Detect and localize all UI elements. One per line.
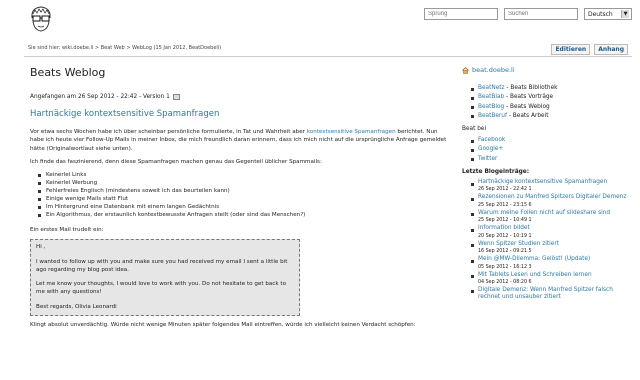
list-item: Google+ [470, 145, 627, 154]
post-link[interactable]: Warum meine Folien nicht auf slideshare … [478, 210, 627, 217]
list-item: Fehlerfreies Englisch (mindestens soweit… [38, 187, 448, 195]
post-link[interactable]: Mein @MW-Dilemma: Gelöst! (Update) [478, 256, 627, 263]
list-item: Information bildet 20 Sep 2012 - 10:19 1 [470, 225, 627, 239]
list-item: Warum meine Folien nicht auf slideshare … [470, 210, 627, 224]
post-meta: Angefangen am 26 Sep 2012 - 22:42 - Vers… [30, 94, 448, 100]
post-link[interactable]: Information bildet [478, 225, 627, 232]
list-item: BeatBeruf - Beats Arbeit [470, 112, 627, 121]
mail-line: Let me know your thoughts, I would love … [36, 281, 287, 296]
list-item: Hartnäckige kontextsensitive Spamanfrage… [470, 179, 627, 193]
quoted-mail: Hi , I wanted to follow up with you and … [30, 239, 300, 316]
post-link[interactable]: Hartnäckige kontextsensitive Spamanfrage… [478, 179, 627, 186]
paragraph-intro: Vor etwa sechs Wochen habe ich über sche… [30, 128, 448, 153]
site-link-beatberuf[interactable]: BeatBeruf [478, 113, 507, 119]
sidebar-home[interactable]: beat.doebe.li [462, 66, 627, 74]
post-date: 04 Sep 2012 - 08:20 6 [478, 279, 532, 285]
search-input[interactable] [504, 8, 578, 20]
paragraph-suspicion: Klingt absolut unverdächtig. Würde nicht… [30, 321, 416, 328]
post-link[interactable]: Mit Tablets Lesen und Schreiben lernen [478, 272, 627, 279]
site-desc: - Beats Weblog [504, 103, 550, 110]
list-item: Digitale Demenz: Wenn Manfred Spitzer fa… [470, 287, 627, 302]
sidebar: beat.doebe.li BeatNetz - Beats Bibliothe… [462, 66, 627, 303]
list-item: Rezensionen zu Manfred Spitzers Digitale… [470, 194, 627, 208]
post-link[interactable]: Rezensionen zu Manfred Spitzers Digitale… [478, 194, 627, 201]
paragraph-first-mail: Ein erstes Mail trudelt ein: [30, 227, 104, 234]
paragraph-text: Vor etwa sechs Wochen habe ich über sche… [30, 129, 307, 135]
social-list: Facebook Google+ Twitter [470, 136, 627, 164]
site-desc: - Beats Arbeit [507, 112, 549, 119]
feature-list: Keinerlei Links Keinerlei Werbung Fehler… [38, 171, 448, 219]
list-item: BeatBlog - Beats Weblog [470, 103, 627, 112]
header: Deutsch ▼ [0, 0, 640, 40]
list-item: Twitter [470, 155, 627, 164]
beat-bei-label: Beat bei [462, 126, 487, 133]
language-value: Deutsch [588, 10, 613, 18]
divider [24, 56, 632, 57]
home-icon [462, 66, 469, 74]
image-icon[interactable] [172, 94, 180, 100]
mail-line: Best regards, Olivia Leonardi [36, 303, 117, 310]
latest-posts-list: Hartnäckige kontextsensitive Spamanfrage… [470, 179, 627, 302]
breadcrumb-item-current: WebLog (15 Jan 2012, BeatDoebeli) [132, 45, 222, 51]
home-link[interactable]: beat.doebe.li [472, 66, 515, 74]
edit-button[interactable]: Editieren [551, 44, 591, 55]
jump-input[interactable] [424, 8, 498, 20]
post-date: 16 Sep 2012 - 09:21 5 [478, 249, 532, 255]
breadcrumb: Sie sind hier: wiki.doebe.li > Beat Web … [28, 45, 222, 51]
post-meta-text: Angefangen am 26 Sep 2012 - 22:42 - Vers… [30, 94, 170, 100]
site-desc: - Beats Bibliothek [504, 85, 558, 91]
post-date: 05 Sep 2012 - 16:12 3 [478, 264, 532, 270]
post-date: 25 Sep 2012 - 23:15 6 [478, 202, 532, 208]
latest-posts-label: Letzte Blogeinträge: [462, 169, 530, 176]
site-link-beatblab[interactable]: BeatBlab [478, 94, 504, 100]
paragraph-fascination: Ich finde das faszinierend, denn diese S… [30, 158, 322, 165]
list-item: BeatBlab - Beats Vorträge [470, 93, 627, 102]
list-item: Einige wenige Mails statt Flut [38, 195, 448, 203]
list-item: Wenn Spitzer Studien zitiert 16 Sep 2012 … [470, 241, 627, 255]
site-link-beatblog[interactable]: BeatBlog [478, 104, 504, 110]
main-content: Beats Weblog Angefangen am 26 Sep 2012 -… [30, 66, 448, 334]
language-select[interactable]: Deutsch ▼ [584, 8, 632, 20]
twitter-link[interactable]: Twitter [478, 156, 497, 162]
spam-link[interactable]: kontextsensitive Spamanfragen [307, 129, 396, 135]
site-list: BeatNetz - Beats Bibliothek BeatBlab - B… [470, 84, 627, 121]
list-item: Mein @MW-Dilemma: Gelöst! (Update) 05 Sep… [470, 256, 627, 270]
attach-button[interactable]: Anhang [594, 44, 628, 55]
post-link[interactable]: Digitale Demenz: Wenn Manfred Spitzer fa… [478, 287, 627, 302]
list-item: Mit Tablets Lesen und Schreiben lernen 04… [470, 272, 627, 286]
page-actions: Editieren Anhang [551, 44, 628, 55]
site-desc: - Beats Vorträge [504, 94, 554, 101]
list-item: BeatNetz - Beats Bibliothek [470, 84, 627, 93]
list-item: Facebook [470, 136, 627, 145]
list-item: Keinerlei Werbung [38, 179, 448, 187]
list-item: Im Hintergrund eine Datenbank mit einem … [38, 203, 448, 211]
avatar[interactable] [26, 4, 56, 34]
mail-line: I wanted to follow up with you and make … [36, 258, 288, 273]
breadcrumb-prefix: Sie sind hier: [28, 45, 61, 51]
post-title[interactable]: Hartnäckige kontextsensitive Spamanfrage… [30, 109, 448, 119]
site-link-beatnetz[interactable]: BeatNetz [478, 85, 505, 91]
google-plus-link[interactable]: Google+ [478, 146, 503, 152]
post-date: 26 Sep 2012 - 22:42 1 [478, 187, 532, 193]
facebook-link[interactable]: Facebook [478, 137, 505, 143]
list-item: Keinerlei Links [38, 171, 448, 179]
post-link[interactable]: Wenn Spitzer Studien zitiert [478, 241, 627, 248]
mail-line: Hi , [36, 244, 46, 251]
list-item: Ein Algorithmus, der erstaunlich kontext… [38, 211, 448, 219]
post-date: 25 Sep 2012 - 10:49 1 [478, 218, 532, 224]
breadcrumb-item-wiki[interactable]: wiki.doebe.li [62, 45, 93, 51]
breadcrumb-item-web[interactable]: Beat Web [101, 45, 125, 51]
post-date: 20 Sep 2012 - 10:19 1 [478, 233, 532, 239]
page-title: Beats Weblog [30, 66, 106, 79]
chevron-down-icon: ▼ [621, 10, 629, 18]
